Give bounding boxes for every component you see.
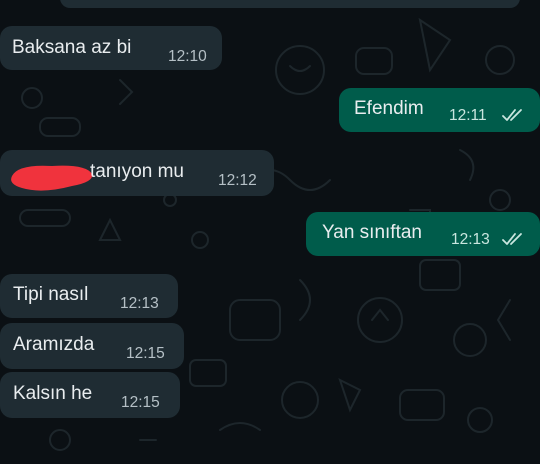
message-text: Baksana az bi [12, 37, 132, 58]
outgoing-message[interactable]: Efendim 12:11 [339, 88, 540, 132]
message-time: 12:11 [449, 107, 487, 124]
message-text: Efendim [354, 98, 424, 119]
message-time: 12:13 [451, 231, 490, 248]
message-text: Yan sınıftan [322, 222, 422, 243]
message-text: Aramızda [13, 334, 95, 355]
message-text: tanıyon mu [90, 161, 184, 182]
message-time: 12:15 [121, 394, 160, 411]
redaction-mark [11, 165, 93, 191]
outgoing-message[interactable]: Yan sınıftan 12:13 [306, 212, 540, 256]
incoming-message[interactable]: Kalsın he 12:15 [0, 372, 180, 418]
incoming-message[interactable]: tanıyon mu 12:12 [0, 150, 274, 196]
previous-message-edge [60, 0, 520, 8]
incoming-message[interactable]: Tipi nasıl 12:13 [0, 274, 178, 318]
incoming-message[interactable]: Baksana az bi 12:10 [0, 26, 222, 70]
message-text: Tipi nasıl [13, 284, 89, 305]
double-check-icon [502, 109, 522, 121]
message-time: 12:13 [120, 295, 159, 312]
message-text: Kalsın he [13, 383, 93, 404]
message-time: 12:15 [126, 345, 165, 362]
double-check-icon [502, 233, 522, 245]
message-time: 12:10 [168, 48, 207, 65]
message-time: 12:12 [218, 172, 257, 189]
incoming-message[interactable]: Aramızda 12:15 [0, 323, 184, 369]
